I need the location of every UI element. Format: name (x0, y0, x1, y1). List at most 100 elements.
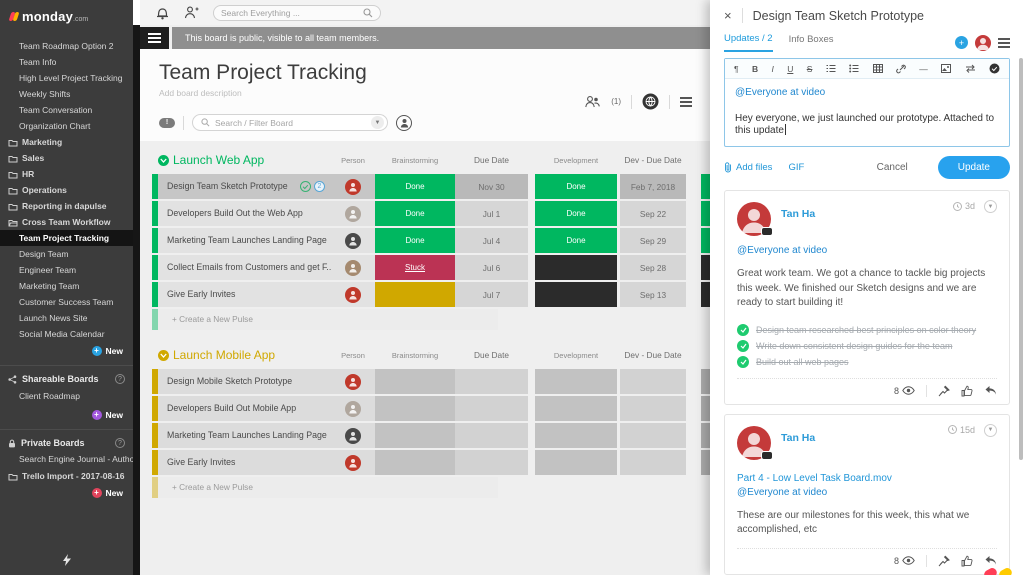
pulse-name-cell[interactable]: Give Early Invites (158, 282, 331, 307)
pulse-title[interactable]: Design Team Sketch Prototype (753, 9, 924, 23)
person-filter-button[interactable] (396, 115, 412, 131)
add-files-button[interactable]: Add files (724, 162, 772, 173)
notifications-bell-icon[interactable] (156, 6, 169, 20)
due-date-cell[interactable] (455, 450, 528, 475)
thumbs-up-icon[interactable] (961, 385, 973, 397)
post-author[interactable]: Tan Ha (781, 432, 815, 444)
due-date-cell[interactable] (455, 396, 528, 421)
reply-icon[interactable] (984, 385, 997, 396)
due-date-cell[interactable]: Jul 1 (455, 201, 528, 226)
strikethrough-icon[interactable]: S (807, 64, 813, 74)
panel-options-burger[interactable] (998, 38, 1010, 48)
invite-user-icon[interactable] (183, 6, 199, 19)
table-row[interactable]: Design Team Sketch Prototype 2 Done Nov … (152, 174, 710, 199)
checklist-item[interactable]: Build out all web pages (737, 356, 997, 368)
dev-due-date-cell[interactable] (620, 450, 686, 475)
post-author[interactable]: Tan Ha (781, 208, 815, 220)
editor-body[interactable]: @Everyone at video Hey everyone, we just… (725, 79, 1009, 146)
sidebar-item[interactable]: Client Roadmap (0, 386, 133, 406)
next-column-strip[interactable] (701, 255, 710, 280)
bullet-list-icon[interactable] (849, 64, 859, 73)
update-editor[interactable]: ¶ B I U S — @Everyone at video Hey every… (724, 58, 1010, 147)
checklist-item[interactable]: Design team researched best principles o… (737, 324, 997, 336)
board-filter-input[interactable]: Search / Filter Board ▼ (192, 114, 388, 131)
sidebar-item[interactable]: Team Conversation (0, 102, 133, 118)
cancel-button[interactable]: Cancel (877, 162, 908, 173)
pin-icon[interactable] (938, 385, 950, 397)
group-title[interactable]: Launch Web App (173, 148, 264, 173)
link-icon[interactable] (896, 64, 906, 74)
sidebar-item[interactable]: Organization Chart (0, 118, 133, 134)
dev-due-date-cell[interactable]: Sep 13 (620, 282, 686, 307)
help-icon[interactable]: ? (115, 438, 125, 448)
post-menu-chevron-icon[interactable]: ▼ (984, 424, 997, 437)
status-cell-brainstorming[interactable]: Done (375, 174, 455, 199)
ordered-list-icon[interactable] (826, 64, 836, 73)
underline-icon[interactable]: U (787, 64, 793, 74)
status-cell-brainstorming[interactable]: Done (375, 201, 455, 226)
close-icon[interactable]: × (724, 8, 732, 23)
pulse-name-cell[interactable]: Collect Emails from Customers and get F.… (158, 255, 331, 280)
group-collapse-icon[interactable] (158, 155, 169, 166)
dev-due-date-cell[interactable] (620, 369, 686, 394)
column-header-person[interactable]: Person (331, 351, 375, 360)
status-cell-development[interactable] (535, 282, 617, 307)
sidebar-folder[interactable]: Reporting in dapulse (0, 198, 133, 214)
help-icon[interactable]: ? (115, 374, 125, 384)
paragraph-icon[interactable]: ¶ (734, 64, 739, 74)
gif-button[interactable]: GIF (788, 162, 804, 173)
due-date-cell[interactable]: Jul 4 (455, 228, 528, 253)
add-subscriber-icon[interactable]: + (955, 36, 968, 49)
monday-logo[interactable]: monday .com (0, 0, 133, 32)
person-cell[interactable] (331, 174, 375, 199)
group-collapse-icon[interactable] (158, 350, 169, 361)
editor-mention[interactable]: @Everyone at video (735, 87, 999, 98)
status-cell-brainstorming[interactable] (375, 369, 455, 394)
post-mention[interactable]: @Everyone at video (737, 245, 997, 256)
sidebar-item[interactable]: Design Team (0, 246, 133, 262)
next-column-strip[interactable] (701, 450, 710, 475)
sidebar-item[interactable]: Customer Success Team (0, 294, 133, 310)
sidebar-item[interactable]: Search Engine Journal - Authors (0, 450, 133, 468)
person-cell[interactable] (331, 423, 375, 448)
due-date-cell[interactable]: Jul 6 (455, 255, 528, 280)
next-column-strip[interactable] (701, 201, 710, 226)
broadcast-globe-icon[interactable] (642, 93, 659, 110)
status-cell-brainstorming[interactable]: Done (375, 228, 455, 253)
next-column-strip[interactable] (701, 174, 710, 199)
table-row[interactable]: Design Mobile Sketch Prototype (152, 369, 710, 394)
sidebar-folder[interactable]: Marketing (0, 134, 133, 150)
status-cell-development[interactable] (535, 396, 617, 421)
next-column-strip[interactable] (701, 369, 710, 394)
image-icon[interactable] (941, 64, 951, 73)
horizontal-rule-icon[interactable]: — (919, 64, 928, 74)
attachment-link[interactable]: Part 4 - Low Level Task Board.mov (737, 473, 997, 484)
status-cell-brainstorming[interactable] (375, 282, 455, 307)
seen-count[interactable]: 8 (894, 556, 915, 566)
avatar[interactable] (737, 202, 771, 236)
pulse-name-cell[interactable]: Design Team Sketch Prototype 2 (158, 174, 331, 199)
next-column-strip[interactable] (701, 423, 710, 448)
create-pulse-row[interactable]: + Create a New Pulse (152, 309, 710, 330)
update-button[interactable]: Update (938, 156, 1010, 179)
sidebar-item[interactable]: Social Media Calendar (0, 326, 133, 342)
create-pulse-row[interactable]: + Create a New Pulse (152, 477, 710, 498)
pulse-name-cell[interactable]: Developers Build Out the Web App (158, 201, 331, 226)
check-badge-icon[interactable] (300, 181, 311, 192)
column-header-development[interactable]: Development (535, 156, 617, 165)
column-header-person[interactable]: Person (331, 156, 375, 165)
new-private-button[interactable]: + New (0, 484, 133, 500)
status-cell-development[interactable] (535, 369, 617, 394)
column-header-due-date[interactable]: Due Date (455, 350, 528, 360)
private-boards-header[interactable]: Private Boards ? (0, 436, 133, 450)
sidebar-folder[interactable]: Operations (0, 182, 133, 198)
sidebar-item[interactable]: Launch News Site (0, 310, 133, 326)
next-column-strip[interactable] (701, 282, 710, 307)
sidebar-folder[interactable]: Sales (0, 150, 133, 166)
board-menu-burger[interactable] (140, 27, 169, 49)
pulse-name-cell[interactable]: Marketing Team Launches Landing Page (158, 228, 331, 253)
column-header-brainstorming[interactable]: Brainstorming (375, 351, 455, 360)
due-date-cell[interactable]: Nov 30 (455, 174, 528, 199)
status-cell-brainstorming[interactable] (375, 423, 455, 448)
dev-due-date-cell[interactable]: Sep 22 (620, 201, 686, 226)
